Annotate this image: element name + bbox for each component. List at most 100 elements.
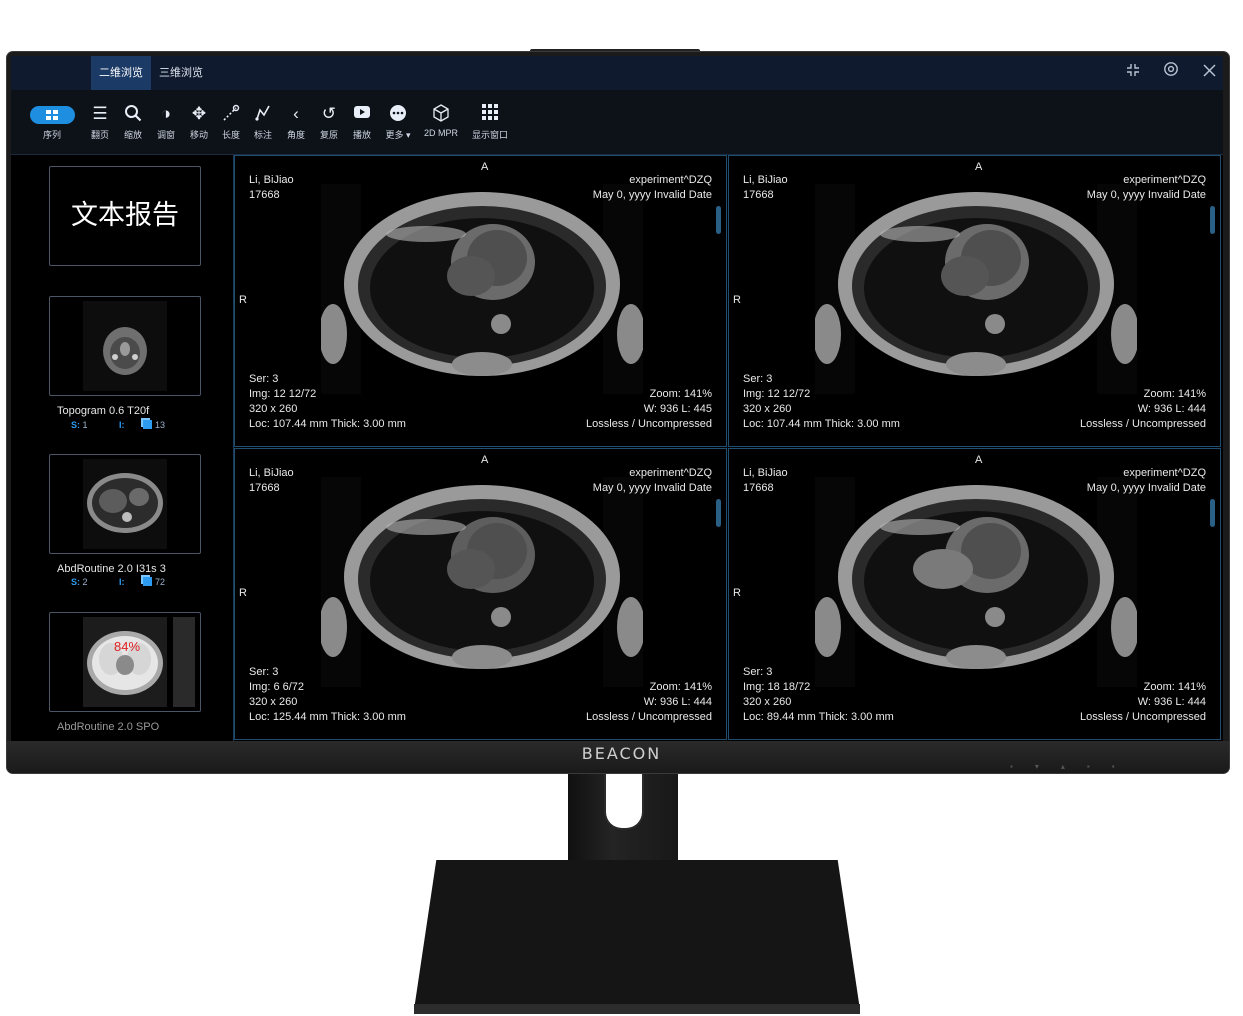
slice-location: Loc: 107.44 mm Thick: 3.00 mm bbox=[743, 418, 900, 430]
overlay-top-right: experiment^DZQ May 0, yyyy Invalid Date bbox=[593, 173, 712, 203]
patient-name: Li, BiJiao bbox=[743, 467, 788, 479]
grid-icon bbox=[470, 104, 510, 124]
overlay-bottom-left: Ser: 3 Img: 12 12/72 320 x 260 Loc: 107.… bbox=[743, 372, 900, 432]
tool-play[interactable]: 播放 bbox=[342, 104, 382, 141]
slice-scrollbar-handle[interactable] bbox=[716, 206, 721, 234]
slice-location: Loc: 125.44 mm Thick: 3.00 mm bbox=[249, 711, 406, 723]
window-level: W: 936 L: 444 bbox=[1137, 696, 1206, 708]
viewport-2[interactable]: A R Li, BiJiao 17668 experiment^DZQ May … bbox=[728, 155, 1221, 447]
image-number: Img: 12 12/72 bbox=[743, 388, 811, 400]
orientation-marker-left: R bbox=[239, 294, 247, 306]
tool-label: 更多 ▾ bbox=[385, 130, 411, 140]
slice-location: Loc: 107.44 mm Thick: 3.00 mm bbox=[249, 418, 406, 430]
compression: Lossless / Uncompressed bbox=[586, 418, 712, 430]
zoom-level: Zoom: 141% bbox=[1143, 681, 1206, 693]
image-matrix: 320 x 260 bbox=[249, 403, 298, 415]
mri-axial-slice-image bbox=[815, 477, 1137, 687]
patient-id: 17668 bbox=[743, 189, 774, 201]
tool-more[interactable]: 更多 ▾ bbox=[378, 104, 418, 141]
zoom-level: Zoom: 141% bbox=[649, 388, 712, 400]
image-number: Img: 6 6/72 bbox=[249, 681, 305, 693]
orientation-marker-left: R bbox=[733, 587, 741, 599]
overlay-bottom-right: Zoom: 141% W: 936 L: 444 Lossless / Unco… bbox=[586, 680, 712, 725]
institution: experiment^DZQ bbox=[629, 174, 712, 186]
close-icon-graphic bbox=[1202, 64, 1216, 77]
series-2-image-count: 72 bbox=[143, 577, 165, 587]
series-2-name: AbdRoutine 2.0 I31s 3 bbox=[57, 563, 166, 575]
settings-icon-graphic bbox=[1164, 62, 1178, 76]
zoom-level: Zoom: 141% bbox=[1143, 388, 1206, 400]
monitor-stand-base bbox=[414, 860, 860, 1010]
series-3-name: AbdRoutine 2.0 SPO bbox=[57, 721, 160, 733]
tool-label: 2D MPR bbox=[423, 128, 458, 138]
tool-2d-mpr[interactable]: 2D MPR bbox=[421, 104, 461, 138]
tab-3d-view[interactable]: 三维浏览 bbox=[151, 56, 211, 90]
orientation-marker-left: R bbox=[733, 294, 741, 306]
series-number: Ser: 3 bbox=[249, 666, 279, 678]
institution: experiment^DZQ bbox=[629, 467, 712, 479]
collapse-icon[interactable] bbox=[1116, 56, 1150, 90]
abdomen-thumbnail-image bbox=[83, 459, 167, 549]
viewport-grid: A R Li, BiJiao 17668 experiment^DZQ May … bbox=[234, 155, 1223, 741]
slice-scrollbar-handle[interactable] bbox=[716, 499, 721, 527]
topogram-thumbnail-image bbox=[83, 301, 167, 391]
collapse-icon-graphic bbox=[1127, 64, 1139, 76]
close-icon[interactable] bbox=[1192, 56, 1223, 90]
overlay-top-left: Li, BiJiao 17668 bbox=[249, 466, 294, 496]
overlay-bottom-left: Ser: 3 Img: 18 18/72 320 x 260 Loc: 89.4… bbox=[743, 665, 894, 725]
overlay-top-left: Li, BiJiao 17668 bbox=[743, 466, 788, 496]
institution: experiment^DZQ bbox=[1123, 174, 1206, 186]
series-1-image-key: I: bbox=[119, 420, 125, 430]
patient-name: Li, BiJiao bbox=[249, 467, 294, 479]
patient-name: Li, BiJiao bbox=[249, 174, 294, 186]
play-icon bbox=[342, 104, 382, 124]
viewport-1[interactable]: A R Li, BiJiao 17668 experiment^DZQ May … bbox=[234, 155, 727, 447]
series-toggle-button[interactable]: 序列 bbox=[29, 106, 75, 141]
series-2-number: S: 2 bbox=[71, 577, 88, 587]
monitor-control-buttons: ▪▾▴▪▪ bbox=[1010, 762, 1137, 771]
slice-scrollbar-handle[interactable] bbox=[1210, 206, 1215, 234]
svg-text:84%: 84% bbox=[114, 639, 140, 654]
series-number: Ser: 3 bbox=[743, 666, 773, 678]
cube-icon bbox=[421, 104, 461, 124]
tool-label: 显示窗口 bbox=[471, 130, 508, 140]
series-1-image-count: 13 bbox=[143, 420, 165, 430]
patient-id: 17668 bbox=[249, 189, 280, 201]
monitor-stand-cable-slot bbox=[604, 772, 644, 830]
overlay-top-left: Li, BiJiao 17668 bbox=[249, 173, 294, 203]
overlay-bottom-left: Ser: 3 Img: 6 6/72 320 x 260 Loc: 125.44… bbox=[249, 665, 406, 725]
window-level: W: 936 L: 444 bbox=[1137, 403, 1206, 415]
mri-axial-slice-image bbox=[321, 477, 643, 687]
overlay-bottom-right: Zoom: 141% W: 936 L: 444 Lossless / Unco… bbox=[1080, 387, 1206, 432]
slice-location: Loc: 89.44 mm Thick: 3.00 mm bbox=[743, 711, 894, 723]
tool-display-layout[interactable]: 显示窗口 bbox=[470, 104, 510, 141]
tab-2d-view[interactable]: 二维浏览 bbox=[91, 56, 151, 90]
series-1-number: S: 1 bbox=[71, 420, 88, 430]
image-number: Img: 18 18/72 bbox=[743, 681, 811, 693]
series-thumbnail-2[interactable] bbox=[49, 454, 201, 554]
series-number: Ser: 3 bbox=[249, 373, 279, 385]
series-thumbnail-3[interactable]: 84% bbox=[49, 612, 201, 712]
mri-axial-slice-image bbox=[321, 184, 643, 394]
screen: 二维浏览 三维浏览 序列 ☰ 翻页 缩放 ◑ 调窗 ✥ 移动 长度 标注 ‹ 角… bbox=[11, 56, 1223, 741]
patient-id: 17668 bbox=[249, 482, 280, 494]
series-2-image-key: I: bbox=[119, 577, 125, 587]
viewport-4[interactable]: A R Li, BiJiao 17668 experiment^DZQ May … bbox=[728, 448, 1221, 740]
viewport-3[interactable]: A R Li, BiJiao 17668 experiment^DZQ May … bbox=[234, 448, 727, 740]
text-report-button[interactable]: 文本报告 bbox=[49, 166, 201, 266]
study-date: May 0, yyyy Invalid Date bbox=[1086, 189, 1206, 201]
overlay-top-right: experiment^DZQ May 0, yyyy Invalid Date bbox=[593, 466, 712, 496]
image-matrix: 320 x 260 bbox=[743, 403, 792, 415]
slice-scrollbar-handle[interactable] bbox=[1210, 499, 1215, 527]
series-thumbnail-1[interactable] bbox=[49, 296, 201, 396]
image-matrix: 320 x 260 bbox=[249, 696, 298, 708]
orientation-marker-left: R bbox=[239, 587, 247, 599]
more-icon bbox=[378, 104, 418, 124]
monitor-brand-logo: BEACON bbox=[581, 744, 662, 763]
settings-icon[interactable] bbox=[1154, 56, 1188, 90]
study-date: May 0, yyyy Invalid Date bbox=[592, 189, 712, 201]
monitor-stand-base-edge bbox=[414, 1004, 860, 1014]
orientation-marker-top: A bbox=[481, 454, 489, 466]
mri-axial-slice-image bbox=[815, 184, 1137, 394]
orientation-marker-top: A bbox=[975, 161, 983, 173]
